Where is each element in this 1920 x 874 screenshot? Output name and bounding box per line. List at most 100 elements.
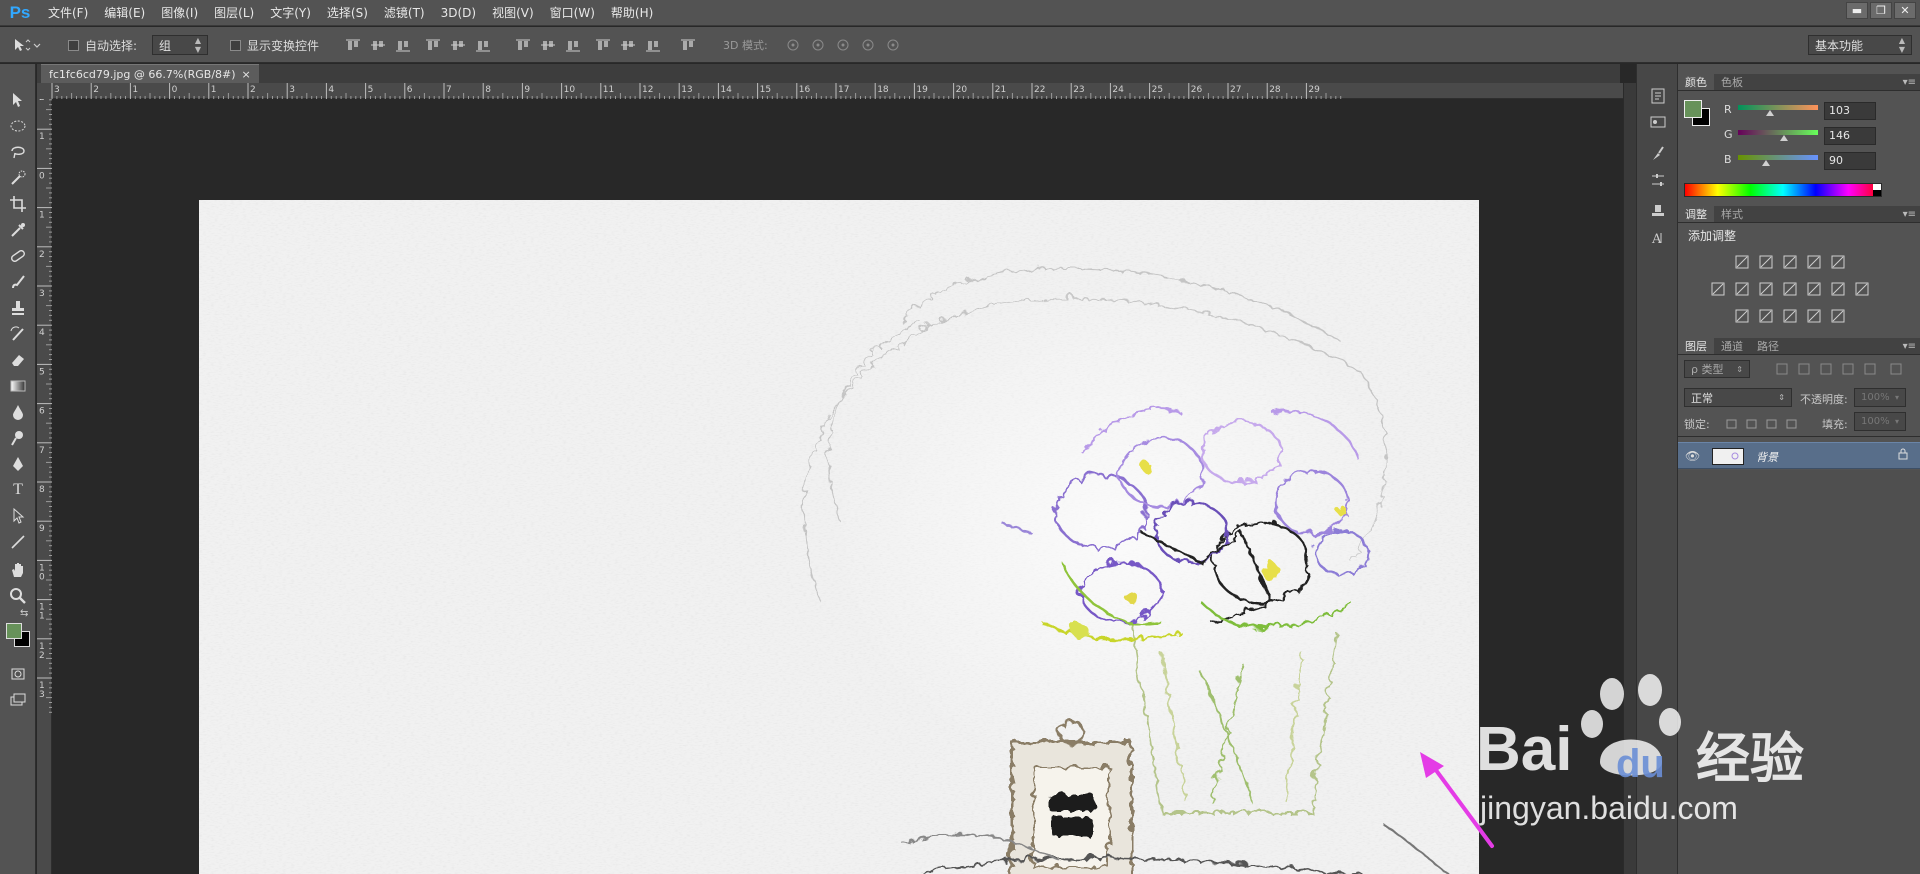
restore-button[interactable]: ❐	[1870, 2, 1892, 19]
exposure-icon[interactable]	[1806, 254, 1822, 270]
panel-menu-icon[interactable]: ▾≡	[1903, 74, 1916, 91]
distribute-left-icon[interactable]	[595, 37, 611, 53]
healing-brush-tool[interactable]	[4, 244, 32, 268]
blur-tool[interactable]	[4, 400, 32, 424]
menu-3d[interactable]: 3D(D)	[433, 0, 484, 26]
clone-stamp-tool[interactable]	[4, 296, 32, 320]
foreground-color-chip[interactable]	[1684, 100, 1702, 118]
tab-adjustments[interactable]: 调整	[1678, 206, 1714, 222]
roll-3d-icon[interactable]	[810, 37, 826, 53]
menu-view[interactable]: 视图(V)	[484, 0, 542, 26]
screen-mode-button[interactable]	[4, 688, 32, 712]
blend-mode-dropdown[interactable]: 正常 ⇕	[1684, 388, 1792, 407]
invert-icon[interactable]	[1734, 308, 1750, 324]
curves-icon[interactable]	[1782, 254, 1798, 270]
align-hcenter-icon[interactable]	[450, 37, 466, 53]
posterize-icon[interactable]	[1758, 308, 1774, 324]
properties-panel-icon[interactable]	[1647, 111, 1669, 133]
drag-3d-icon[interactable]	[835, 37, 851, 53]
channel-mixer-icon[interactable]	[1806, 281, 1822, 297]
filter-shape-icon[interactable]	[1840, 361, 1856, 377]
quick-select-tool[interactable]	[4, 166, 32, 190]
distribute-bottom-icon[interactable]	[565, 37, 581, 53]
pen-tool[interactable]	[4, 452, 32, 476]
threshold-icon[interactable]	[1782, 308, 1798, 324]
slide-3d-icon[interactable]	[860, 37, 876, 53]
menu-file[interactable]: 文件(F)	[40, 0, 96, 26]
opacity-field[interactable]: 100% ▾	[1854, 388, 1906, 407]
menu-filter[interactable]: 滤镜(T)	[376, 0, 433, 26]
gradient-map-grid-icon[interactable]	[1854, 281, 1870, 297]
g-slider-thumb[interactable]	[1780, 135, 1788, 141]
scale-3d-icon[interactable]	[885, 37, 901, 53]
black-white-icon[interactable]	[1758, 281, 1774, 297]
vibrance-icon[interactable]	[1830, 254, 1846, 270]
distribute-vcenter-icon[interactable]	[540, 37, 556, 53]
visibility-eye-icon[interactable]: 👁	[1685, 449, 1700, 463]
zoom-tool[interactable]	[4, 584, 32, 608]
lock-transparent-icon[interactable]	[1724, 415, 1738, 429]
brush-panel-icon[interactable]	[1647, 143, 1669, 165]
vertical-scrollbar[interactable]	[1623, 83, 1636, 874]
align-vcenter-icon[interactable]	[370, 37, 386, 53]
menu-image[interactable]: 图像(I)	[153, 0, 206, 26]
auto-select-check[interactable]	[68, 39, 79, 51]
line-tool[interactable]	[4, 530, 32, 554]
menu-help[interactable]: 帮助(H)	[603, 0, 661, 26]
auto-select-checkbox[interactable]: 自动选择:	[68, 27, 137, 63]
ruler-origin[interactable]	[37, 83, 52, 99]
tab-channels[interactable]: 通道	[1714, 338, 1750, 354]
r-slider[interactable]	[1738, 105, 1818, 116]
auto-align-icon[interactable]	[680, 37, 696, 53]
filter-pixel-icon[interactable]	[1774, 361, 1790, 377]
distribute-top-icon[interactable]	[515, 37, 531, 53]
lock-pixels-icon[interactable]	[1744, 415, 1758, 429]
lasso-tool[interactable]	[4, 140, 32, 164]
b-slider-thumb[interactable]	[1762, 160, 1770, 166]
horizontal-ruler[interactable]: 3 2 1 0 1 2 3 4 5 6 7 8 9 10 11 12 13 14 15 16 17 18 19 20 21 22 2…	[51, 83, 1623, 99]
color-balance-icon[interactable]	[1734, 281, 1750, 297]
workspace-switcher[interactable]: 基本功能 ▲ ▼	[1808, 35, 1912, 55]
layer-filter-dropdown[interactable]: ρ 类型 ⇕	[1684, 360, 1750, 378]
auto-select-dropdown[interactable]: 组 ▲ ▼	[152, 35, 208, 55]
layer-name[interactable]: 背景	[1756, 449, 1778, 465]
hand-tool[interactable]	[4, 558, 32, 582]
tab-layers[interactable]: 图层	[1678, 338, 1714, 354]
type-tool[interactable]: T	[4, 478, 32, 502]
g-value-field[interactable]: 146	[1824, 127, 1876, 145]
quick-mask-button[interactable]	[4, 662, 32, 686]
r-value-field[interactable]: 103	[1824, 102, 1876, 120]
menu-select[interactable]: 选择(S)	[319, 0, 376, 26]
show-transform-check[interactable]	[230, 39, 241, 51]
swap-colors-icon[interactable]: ⇆	[20, 608, 28, 619]
filter-adjustment-icon[interactable]	[1796, 361, 1812, 377]
move-tool-preset-picker[interactable]	[12, 27, 42, 63]
photo-filter-icon[interactable]	[1782, 281, 1798, 297]
vertical-ruler[interactable]: 21012345678910111213	[37, 99, 52, 874]
dodge-tool[interactable]	[4, 426, 32, 450]
menu-window[interactable]: 窗口(W)	[542, 0, 603, 26]
align-left-icon[interactable]	[425, 37, 441, 53]
distribute-hcenter-icon[interactable]	[620, 37, 636, 53]
tab-color[interactable]: 颜色	[1678, 74, 1714, 90]
marquee-tool[interactable]	[4, 114, 32, 138]
close-tab-icon[interactable]: ×	[242, 68, 251, 81]
fill-field[interactable]: 100% ▾	[1854, 412, 1906, 431]
menu-layer[interactable]: 图层(L)	[206, 0, 262, 26]
eyedropper-tool[interactable]	[4, 218, 32, 242]
menu-edit[interactable]: 编辑(E)	[96, 0, 153, 26]
show-transform-checkbox[interactable]: 显示变换控件	[230, 27, 319, 63]
r-slider-thumb[interactable]	[1766, 110, 1774, 116]
gradient-tool[interactable]	[4, 374, 32, 398]
character-panel-icon[interactable]: A	[1647, 227, 1669, 249]
color-spectrum-bar[interactable]	[1684, 183, 1882, 197]
align-bottom-icon[interactable]	[395, 37, 411, 53]
tab-styles[interactable]: 样式	[1714, 206, 1750, 222]
brightness-icon[interactable]	[1734, 254, 1750, 270]
brush-presets-icon[interactable]	[1647, 169, 1669, 191]
g-slider[interactable]	[1738, 130, 1818, 141]
eraser-tool[interactable]	[4, 348, 32, 372]
levels-icon[interactable]	[1758, 254, 1774, 270]
document-image[interactable]	[199, 200, 1479, 874]
path-selection-tool[interactable]	[4, 504, 32, 528]
